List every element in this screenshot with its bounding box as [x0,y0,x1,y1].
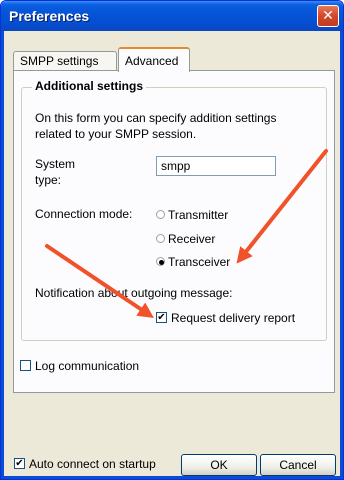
close-button[interactable]: ✕ [317,5,339,27]
radio-receiver-label: Receiver [168,232,216,246]
radio-button-selected[interactable] [156,257,165,267]
description-line-1: On this form you can specify addition se… [35,111,277,125]
checkbox-checked-icon[interactable]: ✔ [156,312,167,324]
radio-transmitter-label: Transmitter [168,208,229,222]
description-line-2: related to your SMPP session. [35,127,197,141]
radio-transmitter[interactable]: Transmitter [156,207,228,223]
system-type-label-line-1: System [35,157,76,171]
log-communication-label: Log communication [35,359,140,373]
advanced-tab-panel: Additional settings On this form you can… [13,70,335,393]
preferences-window: Preferences ✕ SMPP settings Advanced Add… [0,0,344,480]
window-frame-left [1,31,4,479]
radio-button[interactable] [156,210,165,220]
radio-receiver[interactable]: Receiver [156,231,215,247]
radio-transceiver-label: Transceiver [168,255,231,269]
window-title: Preferences [9,8,90,24]
checkbox-unchecked-icon[interactable] [20,360,31,372]
ok-button[interactable]: OK [181,454,257,476]
tab-smpp-settings[interactable]: SMPP settings [13,51,117,71]
group-title: Additional settings [32,79,146,93]
window-frame-right [340,31,343,479]
checkbox-checked-icon[interactable]: ✔ [14,458,25,470]
title-bar[interactable]: Preferences ✕ [1,1,343,31]
close-icon: ✕ [322,7,334,23]
tab-advanced[interactable]: Advanced [118,47,190,72]
auto-connect-checkbox[interactable]: ✔ Auto connect on startup [14,456,156,472]
description-text: On this form you can specify addition se… [35,110,315,142]
radio-button[interactable] [156,234,165,244]
auto-connect-label: Auto connect on startup [29,457,156,471]
cancel-button[interactable]: Cancel [260,454,336,476]
notification-label: Notification about outgoing message: [35,286,233,300]
system-type-label: System type: [35,156,95,188]
connection-mode-label: Connection mode: [35,207,133,221]
system-type-label-line-2: type: [35,173,62,187]
request-delivery-report-label: Request delivery report [171,311,296,325]
system-type-input[interactable] [156,156,276,176]
request-delivery-report-checkbox[interactable]: ✔ Request delivery report [156,310,295,326]
log-communication-checkbox[interactable]: Log communication [20,358,139,374]
radio-transceiver[interactable]: Transceiver [156,254,230,270]
additional-settings-group: Additional settings On this form you can… [21,79,327,341]
window-frame-bottom [1,476,343,479]
